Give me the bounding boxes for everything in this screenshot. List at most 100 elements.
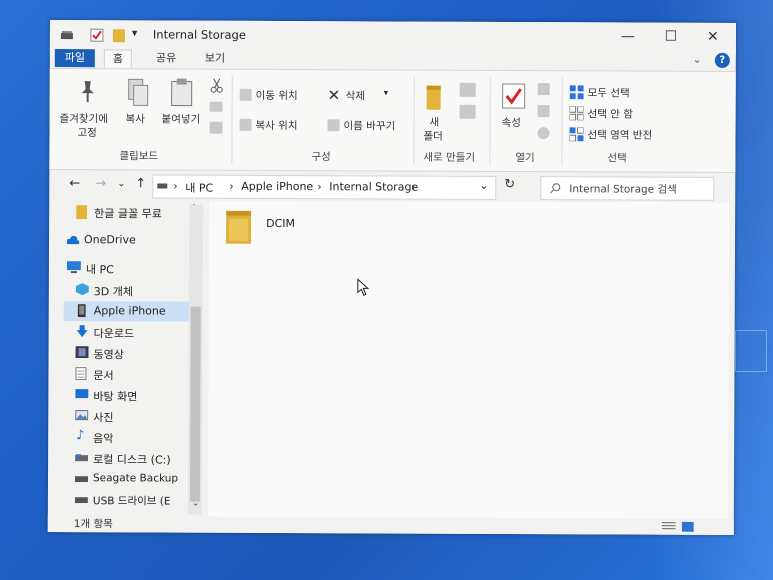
sidebar-item-downloads[interactable]: 다운로드 — [64, 322, 196, 343]
paste-shortcut-icon[interactable] — [209, 121, 223, 134]
video-icon — [75, 346, 89, 359]
select-all-button[interactable]: 모두 선택 — [568, 83, 658, 101]
recent-locations-icon[interactable]: ⌄ — [117, 178, 125, 189]
new-folder-label-line1: 새 — [429, 116, 440, 129]
copy-path-icon[interactable] — [209, 101, 223, 112]
new-group-label: 새로 만들기 — [423, 151, 476, 164]
sidebar-item-videos[interactable]: 동영상 — [64, 343, 196, 364]
address-bar[interactable]: › 내 PC › Apple iPhone › Internal Storage… — [152, 174, 497, 200]
select-all-icon — [569, 85, 584, 100]
paste-button[interactable]: 붙여넣기 — [157, 73, 205, 145]
phone-icon — [77, 304, 86, 318]
search-box[interactable]: Internal Storage 검색 — [540, 176, 715, 201]
edit-icon[interactable] — [537, 105, 550, 118]
minimize-button[interactable]: — — [618, 28, 638, 46]
delete-dropdown-icon[interactable]: ▾ — [384, 88, 389, 98]
sidebar-item-seagate-backup[interactable]: Seagate Backup — [63, 469, 195, 490]
sidebar-item-local-disk-c[interactable]: 로컬 디스크 (C:) — [63, 448, 195, 469]
address-segment-internal-storage[interactable]: Internal Storage — [329, 180, 418, 193]
pin-label-line1: 즐겨찾기에 — [59, 113, 108, 126]
sidebar-scroll-down-icon[interactable]: ⌄ — [192, 499, 200, 509]
file-explorer-window: ▾ Internal Storage — ☐ ✕ 파일 홈 공유 보기 ⌄ ? … — [47, 20, 736, 535]
address-segment-this-pc[interactable]: 내 PC — [185, 180, 213, 196]
sidebar-item-onedrive[interactable]: OneDrive — [64, 230, 196, 251]
sidebar-item-hangul-fonts[interactable]: 한글 글꼴 무료 — [64, 202, 196, 223]
address-separator: › — [229, 179, 234, 193]
sidebar-item-music[interactable]: ♪ 음악 — [63, 427, 195, 448]
sidebar-item-this-pc[interactable]: 내 PC — [64, 258, 196, 279]
up-arrow-icon[interactable]: ↑ — [135, 176, 146, 191]
sidebar-item-3d-objects[interactable]: 3D 개체 — [64, 280, 196, 301]
details-view-icon[interactable] — [661, 522, 676, 532]
tab-file[interactable]: 파일 — [54, 49, 95, 68]
properties-label: 속성 — [501, 116, 521, 130]
address-dropdown-icon[interactable]: ⌄ — [479, 179, 488, 192]
tab-share[interactable]: 공유 — [148, 49, 184, 67]
easy-access-icon[interactable] — [459, 104, 476, 119]
rename-icon — [327, 119, 340, 132]
help-icon[interactable]: ? — [714, 52, 730, 68]
maximize-button[interactable]: ☐ — [661, 29, 681, 47]
window-menu-icon[interactable] — [60, 28, 74, 42]
forward-arrow-icon[interactable]: → — [95, 176, 106, 191]
ribbon-separator — [489, 76, 491, 165]
music-icon: ♪ — [76, 428, 85, 444]
address-segment-apple-iphone[interactable]: Apple iPhone — [241, 180, 313, 193]
cut-icon[interactable] — [210, 78, 224, 94]
rename-button[interactable]: 이름 바꾸기 — [325, 116, 409, 136]
sidebar-item-documents[interactable]: 문서 — [63, 364, 195, 385]
history-icon[interactable] — [537, 127, 550, 140]
tab-home[interactable]: 홈 — [103, 49, 132, 69]
sidebar-item-apple-iphone[interactable]: Apple iPhone — [63, 301, 196, 322]
properties-button[interactable]: 속성 — [495, 75, 531, 147]
ribbon-home: 즐겨찾기에 고정 복사 붙여넣기 클립보드 이동 위치 복사 위치 ✕ 삭제 ▾… — [49, 67, 736, 173]
search-placeholder: Internal Storage 검색 — [569, 183, 677, 196]
sidebar-scroll-thumb[interactable] — [189, 306, 201, 502]
move-to-button[interactable]: 이동 위치 — [238, 86, 324, 106]
new-folder-label-line2: 폴더 — [423, 130, 443, 143]
tab-view[interactable]: 보기 — [197, 50, 233, 68]
folder-item-dcim[interactable]: DCIM — [224, 209, 334, 257]
copy-button[interactable]: 복사 — [119, 73, 155, 145]
back-arrow-icon[interactable]: ← — [69, 176, 80, 191]
drive-location-icon — [157, 183, 168, 189]
navigation-pane: 한글 글꼴 무료 ⌃ OneDrive 내 PC 3D 개체 Apple iPh… — [63, 200, 204, 517]
sidebar-scrollbar[interactable] — [187, 204, 204, 515]
ribbon-separator — [413, 76, 415, 165]
new-folder-button[interactable]: 새 폴더 — [417, 75, 451, 147]
select-all-label: 모두 선택 — [587, 87, 630, 100]
move-to-label: 이동 위치 — [255, 89, 298, 103]
sidebar-item-usb-drive[interactable]: USB 드라이브 (E — [63, 490, 195, 511]
clipboard-group-label: 클립보드 — [119, 150, 159, 163]
copy-icon — [128, 78, 149, 106]
new-folder-quick-icon[interactable] — [112, 28, 126, 43]
delete-icon: ✕ — [327, 86, 341, 105]
ribbon-expand-icon[interactable]: ⌄ — [693, 55, 701, 66]
status-bar: 1개 항목 — [47, 515, 734, 535]
large-icons-view-icon[interactable] — [681, 521, 694, 532]
address-separator: › — [317, 180, 322, 194]
open-icon[interactable] — [537, 83, 550, 96]
invert-selection-label: 선택 영역 반전 — [587, 129, 653, 142]
select-none-button[interactable]: 선택 안 함 — [568, 104, 658, 122]
quick-access-dropdown-icon[interactable]: ▾ — [132, 26, 138, 40]
refresh-icon[interactable]: ↻ — [504, 177, 515, 192]
delete-button[interactable]: ✕ 삭제 ▾ — [326, 86, 396, 106]
pin-icon — [81, 81, 94, 103]
pin-to-quick-access-button[interactable]: 즐겨찾기에 고정 — [55, 73, 115, 145]
sidebar-item-desktop[interactable]: 바탕 화면 — [63, 385, 195, 406]
picture-icon — [75, 410, 89, 421]
open-group-label: 열기 — [515, 152, 535, 165]
desktop-window-logo — [735, 330, 767, 372]
new-item-icon[interactable] — [459, 82, 476, 97]
paste-label: 붙여넣기 — [161, 113, 201, 126]
new-folder-icon — [426, 85, 441, 110]
copy-to-icon — [239, 118, 252, 131]
properties-quick-icon[interactable] — [90, 28, 104, 42]
invert-selection-button[interactable]: 선택 영역 반전 — [567, 125, 667, 143]
close-button[interactable]: ✕ — [703, 29, 723, 47]
sidebar-item-pictures[interactable]: 사진 — [63, 406, 195, 427]
copy-to-button[interactable]: 복사 위치 — [237, 116, 323, 136]
folder-name: DCIM — [266, 216, 296, 231]
ribbon-separator — [561, 77, 563, 166]
